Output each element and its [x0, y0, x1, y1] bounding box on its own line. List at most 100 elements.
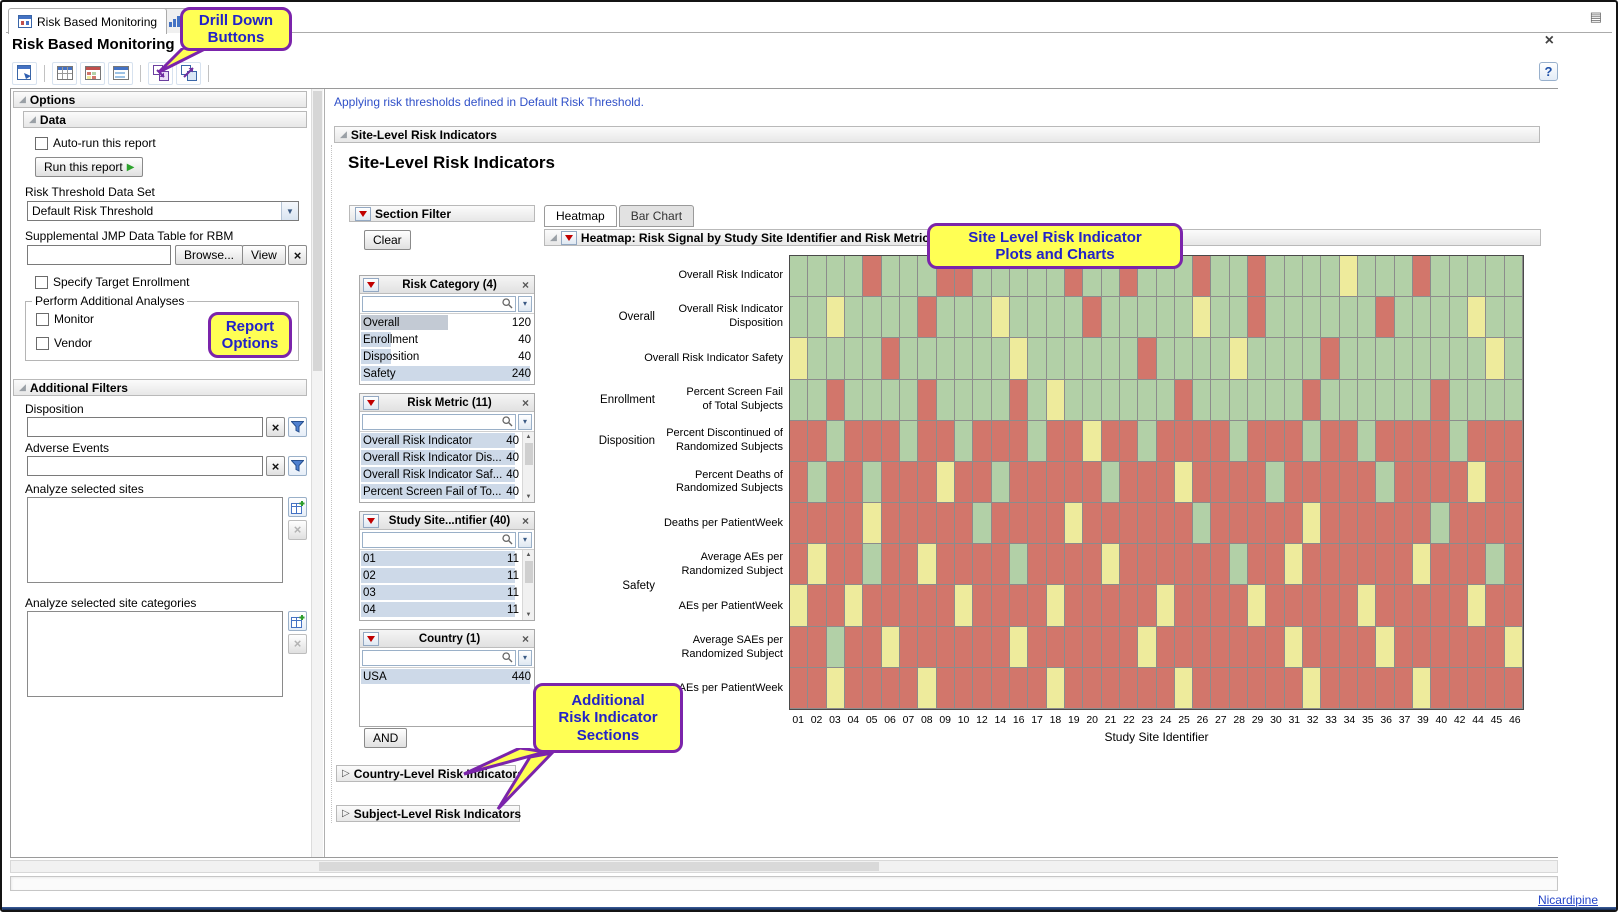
heatmap-cell[interactable] — [1340, 627, 1358, 668]
heatmap-cell[interactable] — [1010, 421, 1028, 462]
heatmap-cell[interactable] — [1450, 380, 1468, 421]
heatmap-cell[interactable] — [1266, 297, 1284, 338]
heatmap-cell[interactable] — [1120, 338, 1138, 379]
heatmap-cell[interactable] — [1193, 503, 1211, 544]
heatmap-cell[interactable] — [1230, 544, 1248, 585]
heatmap-cell[interactable] — [1120, 503, 1138, 544]
site-level-section-header[interactable]: ◢ Site-Level Risk Indicators — [334, 126, 1540, 143]
heatmap-cell[interactable] — [1120, 421, 1138, 462]
filter-search-input[interactable] — [365, 533, 502, 546]
heatmap-cell[interactable] — [1010, 585, 1028, 626]
heatmap-cell[interactable] — [973, 627, 991, 668]
heatmap-cell[interactable] — [1175, 668, 1193, 709]
heatmap-cell[interactable] — [1193, 544, 1211, 585]
heatmap-cell[interactable] — [1468, 297, 1486, 338]
filter-value-row[interactable]: 0111 — [360, 550, 522, 567]
heatmap-cell[interactable] — [1065, 380, 1083, 421]
heatmap-cell[interactable] — [1193, 462, 1211, 503]
clear-adverse-events-button[interactable]: × — [266, 456, 285, 476]
heatmap-cell[interactable] — [1358, 380, 1376, 421]
heatmap-cell[interactable] — [1211, 421, 1229, 462]
heatmap-cell[interactable] — [1211, 585, 1229, 626]
heatmap-cell[interactable] — [808, 585, 826, 626]
heatmap-cell[interactable] — [1376, 585, 1394, 626]
heatmap-cell[interactable] — [863, 462, 881, 503]
heatmap-cell[interactable] — [937, 544, 955, 585]
heatmap-cell[interactable] — [992, 297, 1010, 338]
heatmap-cell[interactable] — [1376, 668, 1394, 709]
clear-supplemental-button[interactable]: × — [288, 245, 307, 265]
heatmap-cell[interactable] — [973, 421, 991, 462]
heatmap-cell[interactable] — [863, 544, 881, 585]
heatmap-cell[interactable] — [1413, 627, 1431, 668]
heatmap-cell[interactable] — [1376, 462, 1394, 503]
heatmap-cell[interactable] — [863, 503, 881, 544]
heatmap-cell[interactable] — [1358, 256, 1376, 297]
heatmap-cell[interactable] — [1211, 627, 1229, 668]
heatmap-cell[interactable] — [1047, 421, 1065, 462]
heatmap-cell[interactable] — [992, 421, 1010, 462]
heatmap-cell[interactable] — [1175, 544, 1193, 585]
filter-search-input[interactable] — [365, 651, 502, 664]
adverse-events-input[interactable] — [27, 456, 263, 476]
heatmap-cell[interactable] — [1376, 544, 1394, 585]
heatmap-cell[interactable] — [1358, 503, 1376, 544]
options-section-header[interactable]: ◢ Options — [13, 91, 307, 108]
heatmap-cell[interactable] — [992, 627, 1010, 668]
heatmap-cell[interactable] — [1138, 380, 1156, 421]
heatmap-cell[interactable] — [1486, 627, 1504, 668]
filter-menu-button[interactable] — [363, 514, 379, 528]
heatmap-cell[interactable] — [790, 544, 808, 585]
heatmap-cell[interactable] — [1303, 544, 1321, 585]
heatmap-cell[interactable] — [1450, 256, 1468, 297]
heatmap-cell[interactable] — [1065, 668, 1083, 709]
heatmap-cell[interactable] — [1138, 338, 1156, 379]
heatmap-cell[interactable] — [1047, 627, 1065, 668]
heatmap-cell[interactable] — [1450, 503, 1468, 544]
heatmap-cell[interactable] — [863, 297, 881, 338]
heatmap-cell[interactable] — [882, 503, 900, 544]
heatmap-cell[interactable] — [918, 503, 936, 544]
heatmap-cell[interactable] — [1321, 503, 1339, 544]
heatmap-cell[interactable] — [790, 503, 808, 544]
heatmap-cell[interactable] — [790, 297, 808, 338]
heatmap-cell[interactable] — [918, 380, 936, 421]
heatmap-cell[interactable] — [1230, 668, 1248, 709]
heatmap-cell[interactable] — [1138, 627, 1156, 668]
heatmap-cell[interactable] — [937, 297, 955, 338]
heatmap-cell[interactable] — [1157, 421, 1175, 462]
tab-risk-based-monitoring[interactable]: Risk Based Monitoring — [8, 8, 167, 34]
heatmap-cell[interactable] — [1321, 462, 1339, 503]
heatmap-cell[interactable] — [1340, 503, 1358, 544]
heatmap-cell[interactable] — [1486, 462, 1504, 503]
heatmap-cell[interactable] — [1028, 297, 1046, 338]
heatmap-cell[interactable] — [1193, 380, 1211, 421]
heatmap-cell[interactable] — [1266, 544, 1284, 585]
heatmap-cell[interactable] — [1395, 668, 1413, 709]
heatmap-cell[interactable] — [992, 380, 1010, 421]
heatmap-cell[interactable] — [973, 544, 991, 585]
heatmap-cell[interactable] — [1266, 503, 1284, 544]
heatmap-cell[interactable] — [1083, 544, 1101, 585]
heatmap-cell[interactable] — [1175, 462, 1193, 503]
heatmap-cell[interactable] — [1285, 668, 1303, 709]
heatmap-cell[interactable] — [973, 585, 991, 626]
heatmap-cell[interactable] — [1028, 585, 1046, 626]
window-menu-icon[interactable]: ▤ — [1590, 9, 1602, 25]
adverse-events-filter-button[interactable] — [288, 456, 307, 476]
heatmap-cell[interactable] — [900, 421, 918, 462]
heatmap-cell[interactable] — [1285, 544, 1303, 585]
filter-value-row[interactable]: Safety240 — [360, 365, 534, 382]
heatmap-cell[interactable] — [845, 338, 863, 379]
heatmap-cell[interactable] — [808, 338, 826, 379]
heatmap-cell[interactable] — [1211, 256, 1229, 297]
heatmap-cell[interactable] — [1211, 668, 1229, 709]
dataset-link[interactable]: Nicardipine — [1538, 893, 1598, 907]
heatmap-cell[interactable] — [1175, 627, 1193, 668]
heatmap-cell[interactable] — [808, 421, 826, 462]
heatmap-cell[interactable] — [1395, 503, 1413, 544]
heatmap-cell[interactable] — [1413, 256, 1431, 297]
heatmap-cell[interactable] — [1340, 380, 1358, 421]
heatmap-cell[interactable] — [882, 380, 900, 421]
heatmap-cell[interactable] — [1468, 256, 1486, 297]
